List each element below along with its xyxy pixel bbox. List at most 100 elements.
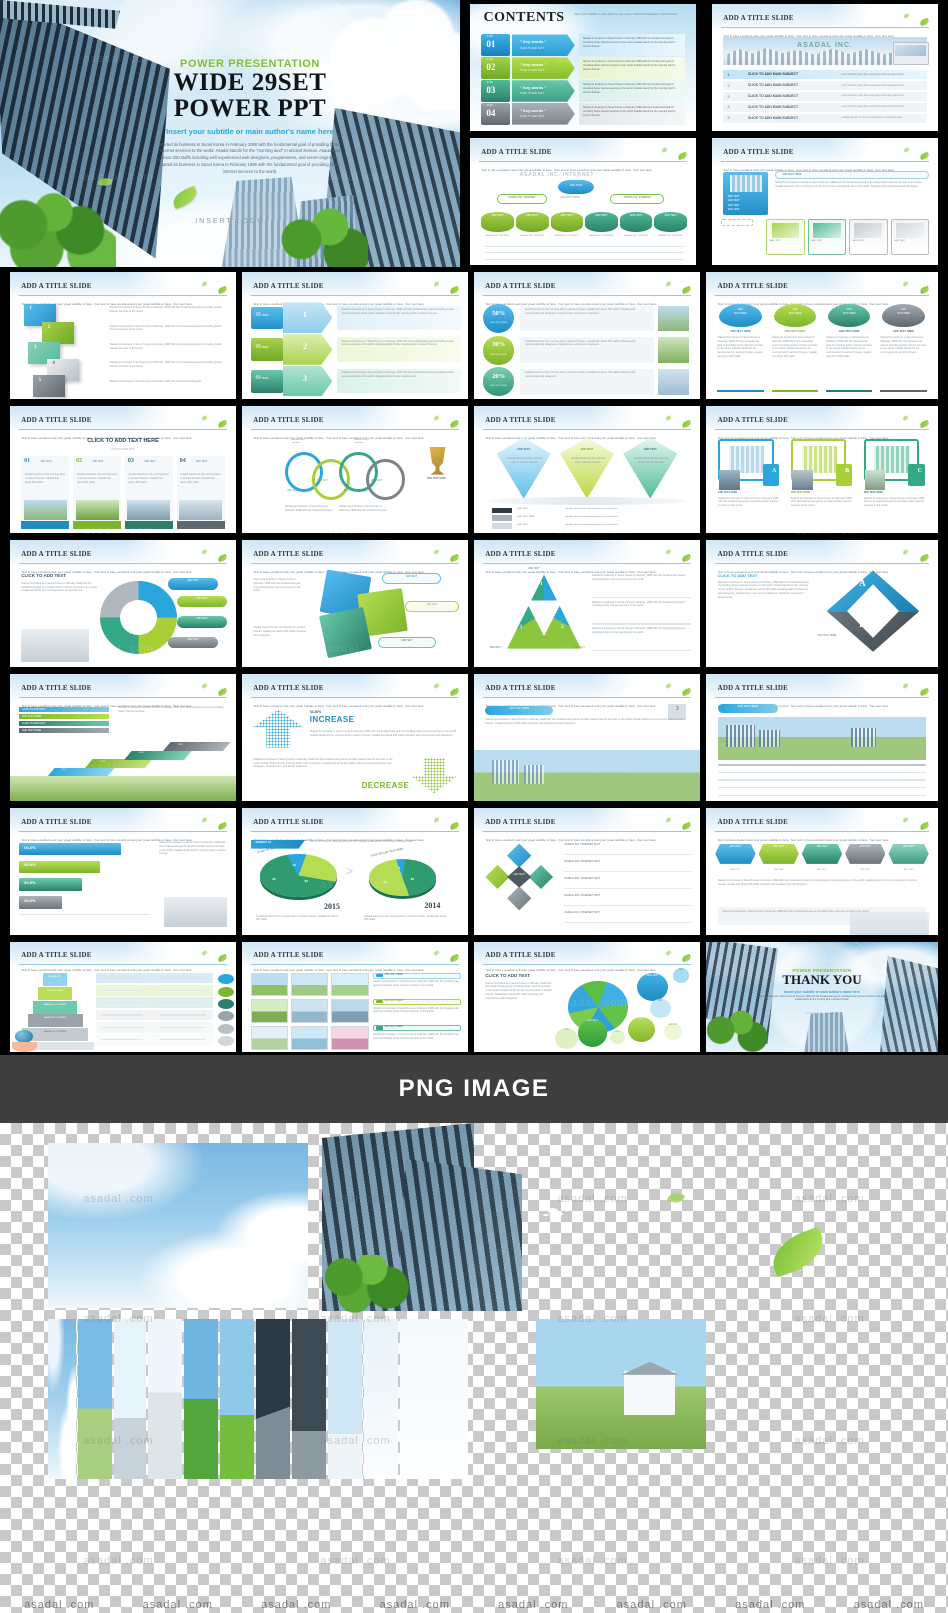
photo-cell[interactable] xyxy=(251,999,289,1024)
slide-thumbnail-s09[interactable]: ADD A TITLE SLIDE Text in here excellent… xyxy=(706,272,938,399)
label-pill[interactable]: ADD TEXT xyxy=(382,573,441,585)
bar-chart[interactable]: 00.0% 00.0% 00.0% 00.0% xyxy=(19,841,151,930)
donut-chart[interactable] xyxy=(100,580,178,655)
cube[interactable]: 5 xyxy=(32,375,66,397)
slide-thumbnail-s22[interactable]: ADD A TITLE SLIDE Text in here excellent… xyxy=(10,808,236,935)
photo-cell[interactable] xyxy=(291,972,329,997)
branch-pill[interactable]: ASADAL INC. INTERNET xyxy=(497,193,547,205)
node[interactable]: ADD TEXT xyxy=(619,211,653,232)
contents-slide-thumbnail[interactable]: CONTENTS Insert your subtitle or main au… xyxy=(470,4,696,131)
photo-cell[interactable] xyxy=(291,1026,329,1050)
leaf-image[interactable] xyxy=(765,1226,831,1278)
list-item[interactable]: 3 CLICK TO ADD MAIN SUBJECT your content… xyxy=(723,91,927,102)
leaf-image-small[interactable] xyxy=(666,1190,686,1206)
abc-card[interactable]: A ADD TEXT HERE Started its business in … xyxy=(715,439,783,529)
photo-cell[interactable] xyxy=(331,999,369,1024)
pie-chart-left[interactable]: 14 22 62 CLICK TO ADD TEXT HERE 2015 xyxy=(257,843,340,911)
label-pill[interactable]: ADD TEXT xyxy=(168,578,218,590)
slide-thumbnail-s11[interactable]: ADD A TITLE SLIDE Text in here excellent… xyxy=(242,406,468,533)
village-photo-image[interactable] xyxy=(536,1319,706,1449)
column[interactable]: ADD TEXT HERE ADD TEXT HERE Started its … xyxy=(878,303,928,394)
slide-thumbnail-s17[interactable]: ADD A TITLE SLIDE Text in here excellent… xyxy=(706,540,938,667)
row[interactable]: ASADAL INC. INTERNET TEXT xyxy=(564,858,691,873)
slide-thumbnail-s25[interactable]: ADD A TITLE SLIDE Text in here excellent… xyxy=(706,808,938,935)
slide-thumbnail-s16[interactable]: ADD A TITLE SLIDE Text in here excellent… xyxy=(474,540,700,667)
photo-cell[interactable] xyxy=(291,999,329,1024)
slide-thumbnail-s03[interactable]: ADD A TITLE SLIDE Text in here excellent… xyxy=(712,4,938,131)
center-node[interactable]: ADD TEXT xyxy=(558,179,595,194)
hex-step[interactable]: ADD TEXT xyxy=(845,843,886,864)
slide-thumbnail-s27[interactable]: ADD A TITLE SLIDE Text in here excellent… xyxy=(242,942,468,1052)
section-header[interactable]: ADD TEXT HERE xyxy=(373,972,462,979)
photo-cell[interactable] xyxy=(251,972,289,997)
slide-thumbnail-s24[interactable]: ADD A TITLE SLIDE Text in here excellent… xyxy=(474,808,700,935)
abc-card[interactable]: C ADD TEXT HERE Started its business in … xyxy=(861,439,929,529)
slide-thumbnail-s12[interactable]: ADD A TITLE SLIDE Text in here excellent… xyxy=(474,406,700,533)
percent-row[interactable]: 20% ADD TEXT HERE Asadal stands for the … xyxy=(483,367,691,397)
contents-row[interactable]: 04 STEP " Key words " CLICK TO ADD TEXT … xyxy=(481,103,685,125)
cube[interactable]: 2 xyxy=(41,322,75,344)
row[interactable]: ASADAL INC. INTERNET TEXT xyxy=(564,909,691,923)
bubble[interactable]: TEXT xyxy=(627,1016,655,1043)
card[interactable]: ADD TEXT xyxy=(807,219,847,255)
section-header[interactable]: ADD TEXT HERE xyxy=(373,998,462,1006)
tree-image[interactable] xyxy=(318,1255,410,1313)
tab[interactable]: ADD TEXT HERE xyxy=(485,705,554,715)
slide-thumbnail-s08[interactable]: ADD A TITLE SLIDE Text in here excellent… xyxy=(474,272,700,399)
cover-slide-thumbnail[interactable]: POWER PRESENTATION WIDE 29SET POWER PPT … xyxy=(0,0,460,267)
list-item[interactable]: 5 CLICK TO ADD MAIN SUBJECT Asadal stand… xyxy=(723,113,927,123)
column[interactable]: ADD TEXT HERE ADD TEXT HERE Started its … xyxy=(770,303,820,394)
label-pill[interactable]: ADD TEXT xyxy=(177,595,227,608)
label-pill[interactable]: ADD TEXT xyxy=(168,636,218,648)
chevron-row[interactable]: 2 ADD TEXT HERE Started its business in … xyxy=(242,334,468,365)
chevron-row[interactable]: 1 ADD TEXT HERE Started its business in … xyxy=(242,302,468,333)
ribbon-a[interactable] xyxy=(826,570,920,612)
hex-step[interactable]: ADD TEXT xyxy=(715,843,756,864)
building-image-2[interactable] xyxy=(396,1159,522,1311)
side-panel[interactable]: ADD TEXT ADD TEXT ADD TEXT ADD TEXT xyxy=(723,172,769,216)
column[interactable]: ADD TEXT HERE ADD TEXT HERE Started its … xyxy=(715,303,765,394)
slide-thumbnail-s26[interactable]: ADD A TITLE SLIDE Text in here excellent… xyxy=(10,942,236,1052)
slide-thumbnail-s28[interactable]: ADD A TITLE SLIDE Text in here excellent… xyxy=(474,942,700,1052)
hex-step[interactable]: ADD TEXT xyxy=(801,843,843,864)
node[interactable]: ADD TEXT xyxy=(550,211,584,232)
bubble[interactable]: ADD TEXT xyxy=(577,1019,608,1047)
bubble[interactable]: TEXT xyxy=(672,968,689,983)
photo-cell[interactable] xyxy=(251,1026,289,1050)
header-tab[interactable]: ADD TEXT HERE xyxy=(775,171,929,179)
list-item[interactable]: 2 CLICK TO ADD MAIN SUBJECT your content… xyxy=(723,80,927,91)
list-item[interactable]: 1 CLICK TO ADD MAIN SUBJECT your content… xyxy=(723,70,927,80)
bubble[interactable]: TEXT xyxy=(650,999,671,1018)
branch-pill[interactable]: ASADAL INC. INTERNET xyxy=(610,193,665,205)
bubble[interactable]: TEXT xyxy=(609,1030,626,1045)
tab[interactable]: ADD TEXT HERE xyxy=(717,704,778,714)
slide-thumbnail-s05[interactable]: ADD A TITLE SLIDE Text in here excellent… xyxy=(712,138,938,265)
slide-thumbnail-s04[interactable]: ADD A TITLE SLIDE Text in here excellent… xyxy=(470,138,696,265)
section-header[interactable]: ADD TEXT HERE xyxy=(373,1025,462,1032)
bubble[interactable]: TEXT xyxy=(555,1027,578,1049)
abc-card[interactable]: B ADD TEXT HERE Started its business in … xyxy=(788,439,856,529)
numbered-card[interactable]: 04 ADD TEXT Asadal stands for the mornin… xyxy=(176,455,225,530)
pie-chart-right[interactable]: 7 24 69 CLICK TO ADD TEXT HERE 2014 xyxy=(368,848,440,910)
slide-thumbnail-s06[interactable]: ADD A TITLE SLIDE Text in here excellent… xyxy=(10,272,236,399)
hex-step[interactable]: ADD TEXT xyxy=(758,843,799,864)
slide-thumbnail-s14[interactable]: ADD A TITLE SLIDE Text in here excellent… xyxy=(10,540,236,667)
slide-thumbnail-s13[interactable]: ADD A TITLE SLIDE Text in here excellent… xyxy=(706,406,938,533)
photo-cell[interactable] xyxy=(331,972,369,997)
bubble[interactable]: ADD TEXT xyxy=(636,972,669,1002)
slide-thumbnail-s19[interactable]: ADD A TITLE SLIDE Text in here excellent… xyxy=(242,674,468,801)
left-label[interactable]: CLICK TO ADD TEXT xyxy=(19,707,110,713)
square-icon[interactable] xyxy=(319,606,373,659)
left-label[interactable]: ADD TEXT HERE xyxy=(19,728,110,734)
label-pill[interactable]: ADD TEXT xyxy=(177,616,227,628)
column[interactable]: ADD TEXT HERE ADD TEXT HERE Started its … xyxy=(824,303,874,394)
triangle-diagram[interactable]: 1 2 3 xyxy=(506,573,583,652)
label-pill[interactable]: ADD TEXT xyxy=(377,636,437,648)
bubble[interactable]: ADD TEXT xyxy=(663,1023,682,1040)
sky-cloud-image[interactable] xyxy=(48,1143,308,1308)
node[interactable]: ADD TEXT xyxy=(654,211,687,232)
card[interactable]: ADD TEXT xyxy=(890,219,929,255)
slide-thumbnail-s21[interactable]: ADD A TITLE SLIDE Text in here excellent… xyxy=(706,674,938,801)
ribbon-b[interactable] xyxy=(826,611,920,652)
photo-strip-set[interactable] xyxy=(48,1319,468,1479)
